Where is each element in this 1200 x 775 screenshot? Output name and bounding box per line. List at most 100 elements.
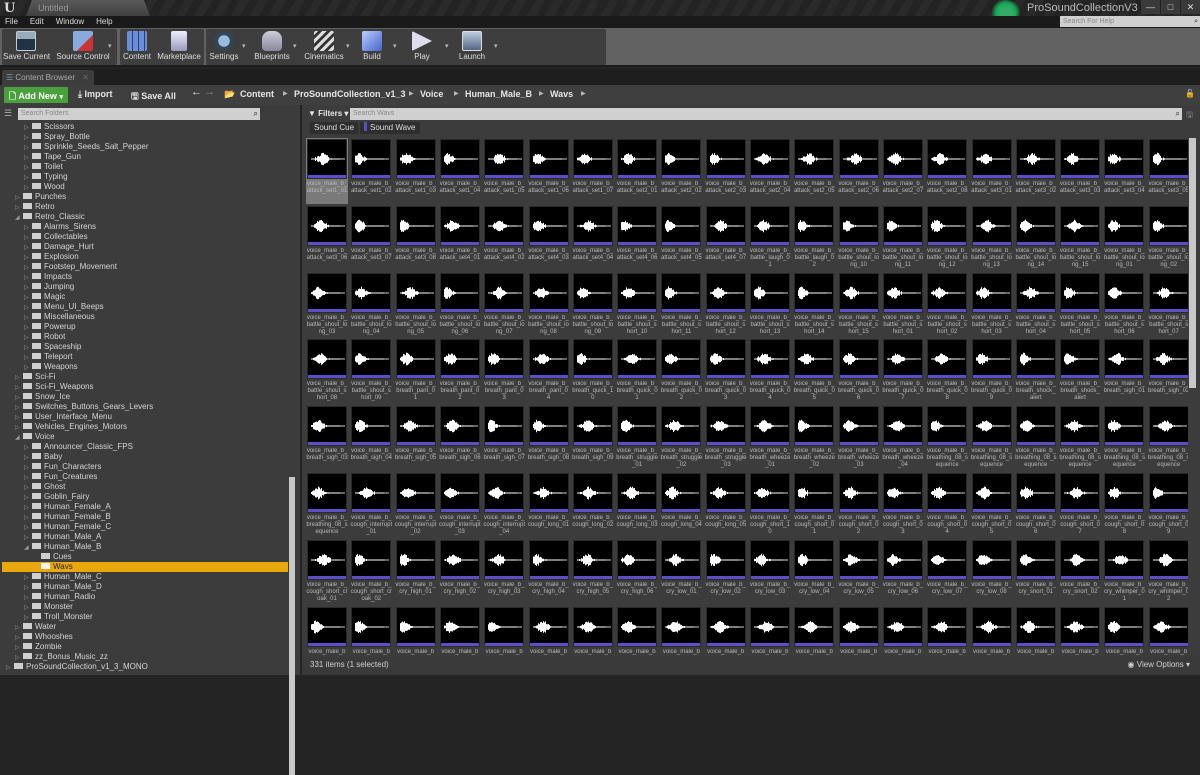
asset-tile[interactable]: voice_male_b_battle_shout_short_07 — [1148, 272, 1188, 338]
asset-tile[interactable]: voice_male_b_attack_set3_05 — [1148, 138, 1188, 204]
asset-tile[interactable]: voice_male_b_breath_wheeze_04 — [882, 405, 924, 471]
asset-tile[interactable]: voice_male_b — [838, 606, 880, 656]
folder-tree-item[interactable]: ▷Vehicles_Engines_Motors — [2, 422, 288, 432]
launch-dropdown-icon[interactable]: ▾ — [494, 42, 498, 50]
folder-tree-item[interactable]: ▷Whooshes — [2, 632, 288, 642]
folder-tree-item[interactable]: ▷Human_Male_A — [2, 532, 288, 542]
asset-tile[interactable]: voice_male_b_cough_interrupt_01 — [350, 472, 392, 538]
asset-tile[interactable]: voice_male_b_breath_quick_04 — [749, 338, 791, 404]
folder-tree-item[interactable]: ▷Collectables — [2, 232, 288, 242]
asset-tile[interactable]: voice_male_b_attack_set4_04 — [572, 205, 614, 271]
folder-tree-item[interactable]: ▷Human_Male_C — [2, 572, 288, 582]
asset-tile[interactable]: voice_male_b_breathing_08_sequence — [1059, 405, 1101, 471]
content-browser-tab[interactable]: ☰ Content Browser ✕ — [2, 70, 94, 85]
asset-tile[interactable]: voice_male_b_cry_low_04 — [793, 539, 835, 605]
collapsed-arrow-icon[interactable]: ▷ — [6, 663, 14, 673]
folder-tree-item[interactable]: ◢Retro_Classic — [2, 212, 288, 222]
asset-tile[interactable]: voice_male_b_attack_set2_04 — [749, 138, 791, 204]
lock-icon[interactable]: 🔓 — [1185, 89, 1195, 98]
asset-tile[interactable]: voice_male_b_breath_quick_01 — [616, 338, 658, 404]
asset-tile[interactable]: voice_male_b_attack_set1_02 — [350, 138, 392, 204]
close-button[interactable]: ✕ — [1180, 0, 1200, 14]
folder-tree-item[interactable]: ▷Fun_Creatures — [2, 472, 288, 482]
maximize-button[interactable]: □ — [1160, 0, 1180, 14]
asset-tile[interactable]: voice_male_b_battle_shout_long_01 — [1103, 205, 1145, 271]
asset-tile[interactable]: voice_male_b_cough_interrupt_04 — [483, 472, 525, 538]
folder-tree-item[interactable]: ▷Jumping — [2, 282, 288, 292]
marketplace-button[interactable]: Marketplace — [157, 28, 201, 64]
asset-tile[interactable]: voice_male_b_attack_set4_03 — [528, 205, 570, 271]
asset-tile[interactable]: voice_male_b_cry_low_02 — [705, 539, 747, 605]
asset-tile[interactable]: voice_male_b_attack_set1_05 — [483, 138, 525, 204]
asset-tile[interactable]: voice_male_b — [882, 606, 924, 656]
folder-tree-item[interactable]: ▷Switches_Buttons_Gears_Levers — [2, 402, 288, 412]
folder-tree-item[interactable]: ▷Explosion — [2, 252, 288, 262]
asset-tile[interactable]: voice_male_b_attack_set3_04 — [1103, 138, 1145, 204]
asset-grid-scrollbar[interactable] — [1189, 138, 1196, 388]
asset-tile[interactable]: voice_male_b_battle_shout_long_12 — [926, 205, 968, 271]
asset-tile[interactable]: voice_male_b — [1015, 606, 1057, 656]
asset-tile[interactable]: voice_male_b_attack_set4_07 — [705, 205, 747, 271]
folder-tree-item[interactable]: ▷Teleport — [2, 352, 288, 362]
folder-tree-item[interactable]: Cues — [2, 552, 288, 562]
blueprints-dropdown-icon[interactable]: ▾ — [293, 42, 297, 50]
asset-tile[interactable]: voice_male_b_attack_set4_01 — [439, 205, 481, 271]
asset-tile[interactable]: voice_male_b_breath_wheeze_01 — [749, 405, 791, 471]
folder-tree-item[interactable]: ▷Fun_Characters — [2, 462, 288, 472]
asset-tile[interactable]: voice_male_b_attack_set2_02 — [660, 138, 702, 204]
breadcrumb-separator-icon[interactable]: ▶ — [539, 90, 544, 97]
folder-tree-item[interactable]: ▷Weapons — [2, 362, 288, 372]
toggle-sources-icon[interactable]: ☰ — [4, 108, 12, 119]
asset-tile[interactable]: voice_male_b_battle_shout_short_08 — [306, 338, 348, 404]
asset-tile[interactable]: voice_male_b_breath_pant_03 — [483, 338, 525, 404]
folder-tree-item[interactable]: ▷Scissors — [2, 122, 288, 132]
asset-tile[interactable]: voice_male_b — [749, 606, 791, 656]
asset-tile[interactable]: voice_male_b_cough_long_02 — [572, 472, 614, 538]
asset-tile[interactable]: voice_male_b_attack_set4_05 — [660, 205, 702, 271]
asset-tile[interactable]: voice_male_b_battle_shout_short_06 — [1103, 272, 1145, 338]
folder-tree-item[interactable]: ▷zz_Bonus_Music_zz — [2, 652, 288, 662]
folder-tree-item[interactable]: ▷Sci-Fi — [2, 372, 288, 382]
folder-tree-item[interactable]: ▷Sprinkle_Seeds_Salt_Pepper — [2, 142, 288, 152]
folder-tree-item[interactable]: ▷Magic — [2, 292, 288, 302]
asset-tile[interactable]: voice_male_b_breath_sigh_02 — [1148, 338, 1188, 404]
breadcrumb-separator-icon[interactable]: ▶ — [581, 90, 586, 97]
asset-tile[interactable]: voice_male_b_breath_sigh_04 — [350, 405, 392, 471]
folder-tree-item[interactable]: ▷Powerup — [2, 322, 288, 332]
folder-tree-item[interactable]: ▷Typing — [2, 172, 288, 182]
asset-tile[interactable]: voice_male_b — [1059, 606, 1101, 656]
asset-tile[interactable]: voice_male_b_cry_low_07 — [926, 539, 968, 605]
asset-tile[interactable]: voice_male_b_attack_set3_02 — [1015, 138, 1057, 204]
asset-tile[interactable]: voice_male_b_breath_sigh_06 — [439, 405, 481, 471]
settings-dropdown-icon[interactable]: ▾ — [242, 42, 246, 50]
asset-tile[interactable]: voice_male_b_breath_sigh_01 — [1103, 338, 1145, 404]
folder-tree-item[interactable]: ▷Snow_Ice — [2, 392, 288, 402]
asset-tile[interactable]: voice_male_b_cough_long_01 — [528, 472, 570, 538]
breadcrumb-content[interactable]: Content — [240, 89, 274, 99]
folder-tree-item[interactable]: ▷Robot — [2, 332, 288, 342]
asset-tile[interactable]: voice_male_b_battle_shout_short_13 — [749, 272, 791, 338]
asset-tile[interactable]: voice_male_b — [572, 606, 614, 656]
asset-tile[interactable]: voice_male_b_breath_wheeze_02 — [793, 405, 835, 471]
asset-tile[interactable]: voice_male_b_breath_quick_02 — [660, 338, 702, 404]
asset-tile[interactable]: voice_male_b_attack_set2_07 — [882, 138, 924, 204]
folder-tree-item[interactable]: ▷Human_Female_A — [2, 502, 288, 512]
asset-tile[interactable]: voice_male_b_battle_shout_short_01 — [882, 272, 924, 338]
breadcrumb-separator-icon[interactable]: ▶ — [409, 90, 414, 97]
asset-tile[interactable]: voice_male_b_cry_high_04 — [528, 539, 570, 605]
breadcrumb-voice[interactable]: Voice — [420, 89, 443, 99]
folder-tree-item[interactable]: ▷Spray_Bottle — [2, 132, 288, 142]
asset-tile[interactable]: voice_male_b_breath_sigh_05 — [395, 405, 437, 471]
forward-button[interactable]: → — [204, 86, 215, 98]
asset-tile[interactable]: voice_male_b_breathing_08_sequence — [926, 405, 968, 471]
breadcrumb-prosoundcollection[interactable]: ProSoundCollection_v1_3 — [294, 89, 406, 99]
asset-tile[interactable]: voice_male_b_breathing_08_sequence — [1015, 405, 1057, 471]
asset-tile[interactable]: voice_male_b_cry_high_06 — [616, 539, 658, 605]
asset-tile[interactable]: voice_male_b_battle_shout_short_15 — [838, 272, 880, 338]
asset-tile[interactable]: voice_male_b_attack_set3_01 — [971, 138, 1013, 204]
asset-tile[interactable]: voice_male_b_battle_shout_short_12 — [705, 272, 747, 338]
asset-tile[interactable]: voice_male_b_attack_set2_06 — [838, 138, 880, 204]
asset-tile[interactable]: voice_male_b_breath_pant_04 — [528, 338, 570, 404]
asset-tile[interactable]: voice_male_b_attack_set1_01 — [306, 138, 348, 204]
asset-tile[interactable]: voice_male_b_breathing_08_sequence — [1148, 405, 1188, 471]
